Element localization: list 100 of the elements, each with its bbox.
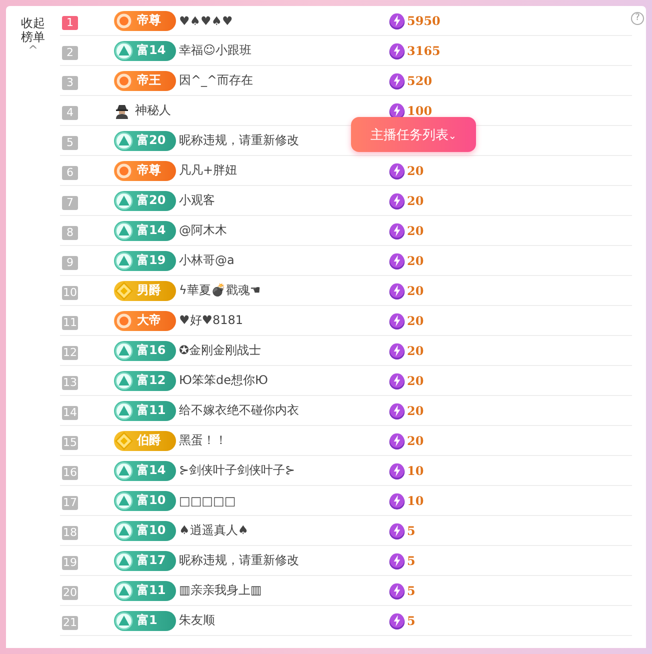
rank-badge: 17	[62, 496, 78, 510]
level-badge: 伯爵	[114, 430, 176, 450]
contribution-value: 20	[407, 284, 424, 298]
rank-badge: 5	[62, 136, 78, 150]
help-icon[interactable]: ?	[631, 12, 644, 25]
user-name: @阿木木	[179, 222, 227, 239]
user-name: 凡凡+胖妞	[179, 162, 238, 179]
contribution-value: 10	[407, 464, 424, 478]
lightning-coin-icon	[388, 462, 406, 480]
level-badge: 帝尊	[114, 160, 176, 180]
lightning-coin-icon	[388, 252, 406, 270]
user-name: Ю笨笨de想你Ю	[179, 372, 268, 389]
lightning-coin-icon	[388, 522, 406, 540]
rank-badge: 16	[62, 466, 78, 480]
rank-badge: 3	[62, 76, 78, 90]
level-badge: 富10	[114, 490, 176, 510]
contribution-value: 20	[407, 224, 424, 238]
lightning-coin-icon	[388, 582, 406, 600]
user-name: ♠逍遥真人♠	[179, 522, 249, 539]
user-name: ▥亲亲我身上▥	[179, 582, 262, 599]
rank-badge: 2	[62, 46, 78, 60]
rank-badge: 15	[62, 436, 78, 450]
user-name: 小观客	[179, 192, 215, 209]
lightning-coin-icon	[388, 342, 406, 360]
level-badge: 富20	[114, 190, 176, 210]
user-name: 昵称违规，请重新修改	[179, 552, 299, 569]
contribution-value: 20	[407, 254, 424, 268]
level-badge: 富12	[114, 370, 176, 390]
lightning-coin-icon	[388, 162, 406, 180]
user-name: 因^_^而存在	[179, 72, 254, 89]
contribution-value: 20	[407, 344, 424, 358]
user-name: □□□□□	[179, 494, 236, 508]
contribution-value: 5	[407, 524, 416, 538]
level-badge: 大帝	[114, 310, 176, 330]
level-badge: 富16	[114, 340, 176, 360]
user-name: ✪金刚金刚战士	[179, 342, 262, 359]
user-name: 昵称违规，请重新修改	[179, 132, 299, 149]
contribution-value: 20	[407, 194, 424, 208]
lightning-coin-icon	[388, 42, 406, 60]
collapse-caret[interactable]: ^	[28, 44, 38, 56]
lightning-coin-icon	[388, 192, 406, 210]
rank-badge: 1	[62, 16, 78, 30]
hooded-figure-icon	[114, 102, 130, 118]
level-badge: 富10	[114, 520, 176, 540]
level-badge: 富11	[114, 400, 176, 420]
level-badge: 富14	[114, 460, 176, 480]
rank-badge: 11	[62, 316, 78, 330]
rank-badge: 7	[62, 196, 78, 210]
level-badge: 富14	[114, 40, 176, 60]
rank-badge: 13	[62, 376, 78, 390]
lightning-coin-icon	[388, 432, 406, 450]
lightning-coin-icon	[388, 612, 406, 630]
level-badge: 富11	[114, 580, 176, 600]
lightning-coin-icon	[388, 12, 406, 30]
contribution-value: 20	[407, 374, 424, 388]
rank-badge: 10	[62, 286, 78, 300]
contribution-value: 20	[407, 434, 424, 448]
lightning-coin-icon	[388, 312, 406, 330]
contribution-value: 520	[407, 74, 432, 88]
user-name: 小林哥@a	[179, 252, 234, 269]
level-badge: 富14	[114, 220, 176, 240]
lightning-coin-icon	[388, 372, 406, 390]
contribution-value: 3165	[407, 44, 440, 58]
rank-badge: 9	[62, 256, 78, 270]
lightning-coin-icon	[388, 72, 406, 90]
level-badge: 男爵	[114, 280, 176, 300]
rank-badge: 8	[62, 226, 78, 240]
task-list-button[interactable]: 主播任务列表⌄	[351, 117, 476, 152]
user-name: 神秘人	[135, 102, 171, 119]
user-name: ϟ華夏💣戳魂☚	[179, 282, 261, 299]
collapse-label[interactable]: 收起榜单	[20, 16, 46, 44]
lightning-coin-icon	[388, 492, 406, 510]
rank-badge: 14	[62, 406, 78, 420]
contribution-value: 20	[407, 404, 424, 418]
contribution-value: 10	[407, 494, 424, 508]
rank-badge: 18	[62, 526, 78, 540]
level-badge: 富1	[114, 610, 176, 630]
contribution-value: 20	[407, 164, 424, 178]
user-name: 给不嫁衣绝不碰你内衣	[179, 402, 299, 419]
rank-badge: 12	[62, 346, 78, 360]
level-badge: 帝尊	[114, 10, 176, 30]
lightning-coin-icon	[388, 222, 406, 240]
level-badge: 帝王	[114, 70, 176, 90]
lightning-coin-icon	[388, 402, 406, 420]
contribution-value: 20	[407, 314, 424, 328]
rank-badge: 20	[62, 586, 78, 600]
level-badge: 富19	[114, 250, 176, 270]
rank-badge: 21	[62, 616, 78, 630]
user-name: 黑蛋！！	[179, 432, 227, 449]
lightning-coin-icon	[388, 282, 406, 300]
contribution-value: 5950	[407, 14, 440, 28]
contribution-value: 100	[407, 104, 432, 118]
contribution-value: 5	[407, 614, 416, 628]
user-name: 朱友顺	[179, 612, 215, 629]
level-badge: 富20	[114, 130, 176, 150]
user-name: ⊱剑侠叶子剑侠叶子⊱	[179, 462, 296, 479]
rank-badge: 6	[62, 166, 78, 180]
contribution-value: 5	[407, 554, 416, 568]
contribution-value: 5	[407, 584, 416, 598]
user-name: ♥♠♥♠♥	[179, 14, 233, 28]
